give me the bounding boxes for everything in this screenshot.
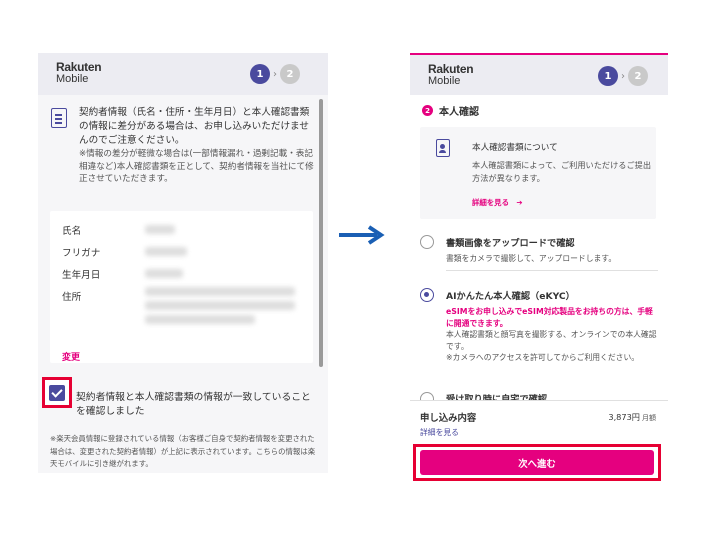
left-screen: Rakuten Mobile 1 › 2 契約者情報（氏名・住所・生年月日）と本… <box>38 53 328 473</box>
id-card-title: 本人確認書類について <box>472 143 558 153</box>
right-screen: Rakuten Mobile 1 › 2 2 本人確認 本人確認書類について 本… <box>410 53 668 483</box>
price-value: 3,873円 <box>608 412 640 422</box>
option-upload-title: 書類画像をアップロードで確認 <box>446 238 575 249</box>
step-1: 1 <box>598 66 618 86</box>
change-link[interactable]: 変更 <box>62 350 80 363</box>
step-2: 2 <box>628 66 648 86</box>
rakuten-mobile-logo: Rakuten Mobile <box>56 60 102 85</box>
confirm-highlight <box>42 377 72 408</box>
option-ekyc-notice: eSIMをお申し込みでeSIM対応製品をお持ちの方は、手軽に開通できます。 <box>446 307 653 328</box>
redacted-kana <box>145 247 187 256</box>
confirm-label[interactable]: 契約者情報と本人確認書類の情報が一致していることを確認しました <box>76 391 316 419</box>
price-unit: 月額 <box>642 414 656 422</box>
chevron-right-icon: › <box>273 68 277 80</box>
step-2: 2 <box>280 64 300 84</box>
next-button-highlight: 次へ進む <box>413 444 661 481</box>
warning-note: ※情報の差分が軽微な場合は(一部情報漏れ・過剰記載・表記相違など)本人確認書類を… <box>79 149 314 184</box>
header: Rakuten Mobile 1 › 2 <box>410 55 668 95</box>
redacted-name <box>145 225 175 234</box>
info-label-name: 氏名 <box>62 226 82 237</box>
details-link[interactable]: 詳細を見る ➔ <box>472 197 523 208</box>
option-ekyc-title: AIかんたん本人確認（eKYC） <box>446 291 575 302</box>
order-summary-bar: 申し込み内容 3,873円 月額 詳細を見る 次へ進む <box>410 400 668 483</box>
radio-ekyc[interactable] <box>420 288 434 302</box>
step-indicator: 1 › 2 <box>598 66 648 86</box>
option-ekyc-desc: 本人確認書類と顔写真を撮影する、オンラインでの本人確認です。 ※カメラへのアクセ… <box>446 330 657 362</box>
divider <box>446 270 658 271</box>
redacted-address-line2 <box>145 301 295 310</box>
footnote: ※楽天会員情報に登録されている情報（お客様ご自身で契約者情報を変更された場合は、… <box>50 434 316 468</box>
header: Rakuten Mobile 1 › 2 <box>38 53 328 95</box>
section-title-text: 本人確認 <box>439 107 479 118</box>
redacted-address-line3 <box>145 315 255 324</box>
redacted-birthdate <box>145 269 183 278</box>
monthly-price: 3,873円 月額 <box>608 411 656 423</box>
step-1: 1 <box>250 64 270 84</box>
confirm-checkbox[interactable] <box>49 385 65 401</box>
info-label-address: 住所 <box>62 292 82 303</box>
id-card-description: 本人確認書類によって、ご利用いただけるご提出方法が異なります。 <box>472 160 652 183</box>
option-upload-desc: 書類をカメラで撮影して、アップロードします。 <box>446 254 617 263</box>
summary-title: 申し込み内容 <box>420 413 477 424</box>
chevron-right-icon: › <box>621 70 625 82</box>
info-label-birthdate: 生年月日 <box>62 270 101 281</box>
section-number-badge: 2 <box>422 105 433 116</box>
radio-home-delivery[interactable] <box>420 392 434 400</box>
info-label-kana: フリガナ <box>62 248 101 259</box>
id-card-icon <box>436 139 450 157</box>
radio-upload[interactable] <box>420 235 434 249</box>
summary-details-link[interactable]: 詳細を見る <box>420 427 459 438</box>
arrow-right-icon <box>339 225 385 245</box>
warning-text: 契約者情報（氏名・住所・生年月日）と本人確認書類の情報に差分がある場合は、お申し… <box>79 107 310 146</box>
next-button[interactable]: 次へ進む <box>420 450 654 475</box>
option-home-delivery-title: 受け取り時に自宅で確認 <box>446 394 548 400</box>
option-home-delivery[interactable]: 受け取り時に自宅で確認 <box>420 390 660 400</box>
id-document-info-card: 本人確認書類について 本人確認書類によって、ご利用いただけるご提出方法が異なりま… <box>420 127 656 219</box>
document-icon <box>51 108 67 128</box>
rakuten-mobile-logo: Rakuten Mobile <box>428 62 474 87</box>
scrollbar[interactable] <box>319 99 323 367</box>
section-title: 2 本人確認 <box>422 103 479 118</box>
contractor-info-card: 氏名 フリガナ 生年月日 住所 変更 <box>50 211 313 363</box>
step-indicator: 1 › 2 <box>250 64 300 84</box>
redacted-address-line1 <box>145 287 295 296</box>
